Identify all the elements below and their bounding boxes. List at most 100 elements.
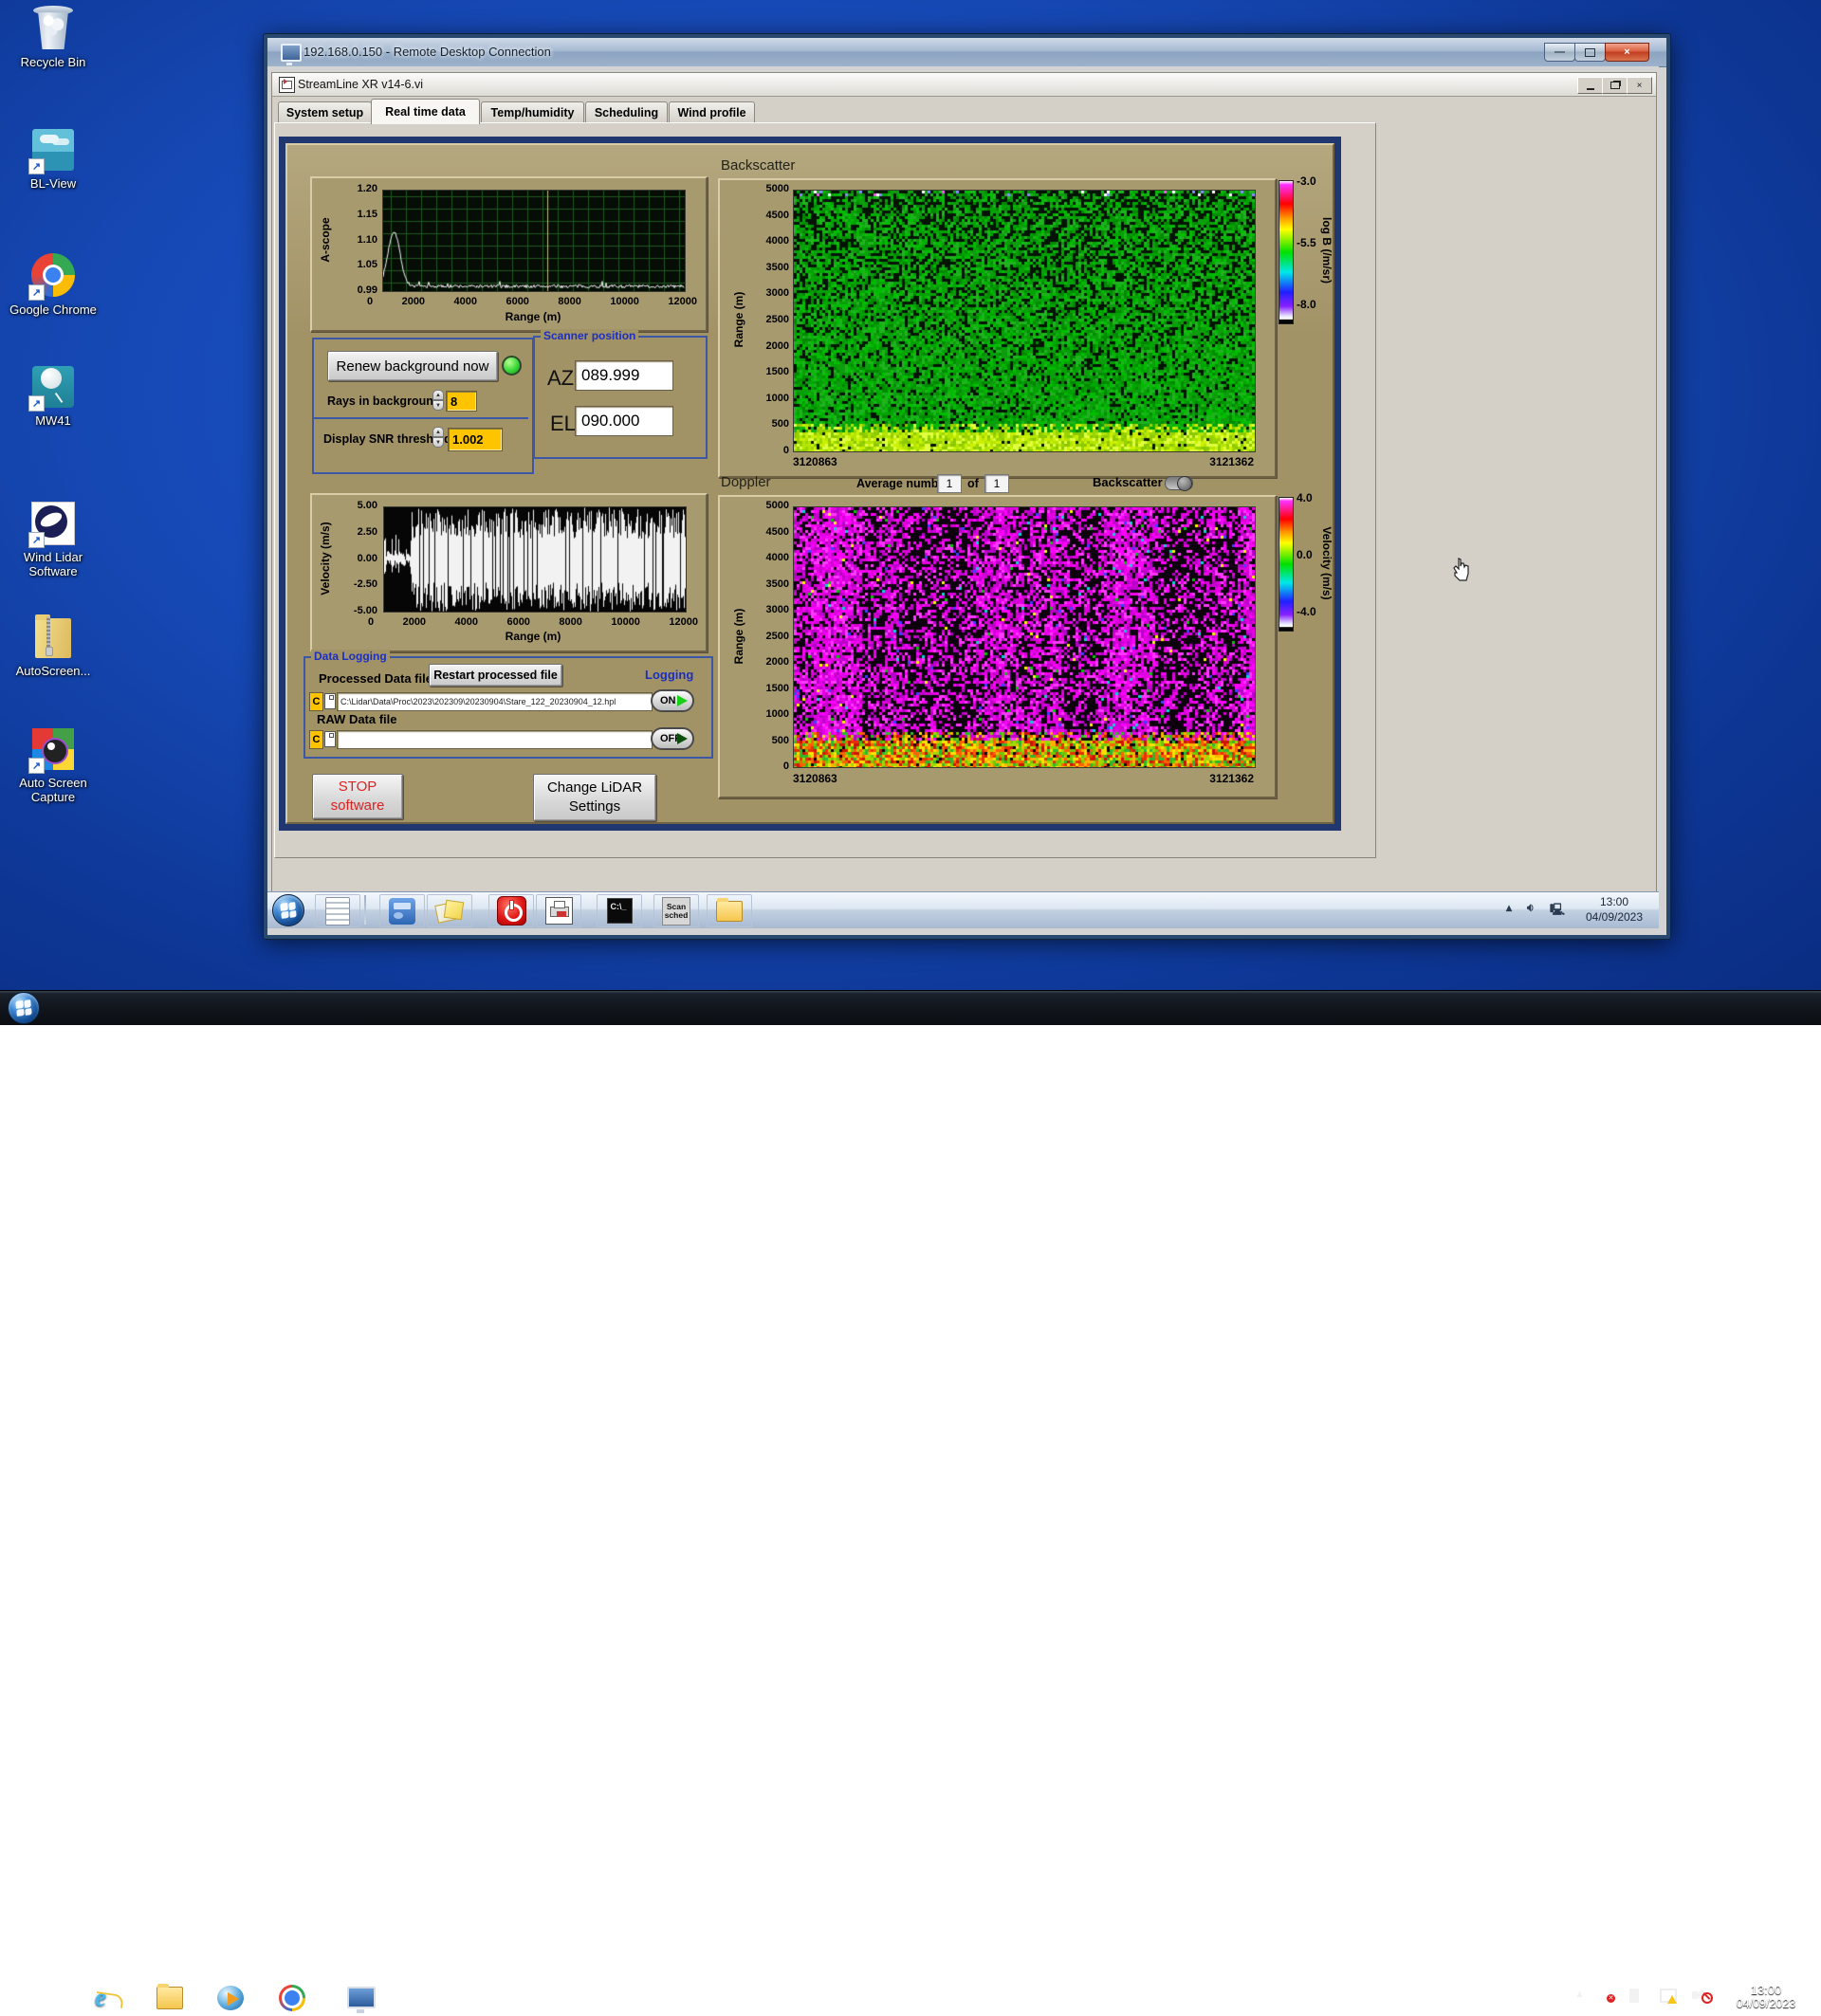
tray-network-warning-icon[interactable] [1660, 1989, 1677, 2004]
tab-scheduling[interactable]: Scheduling [585, 101, 668, 123]
velocity-graph: 5.00 2.50 0.00 -2.50 -5.00 Velocity (m/s) 0 2… [310, 493, 708, 652]
remote-tray-network-icon[interactable]: 🖳︎ [1550, 901, 1565, 921]
velocity-x-axis: 0 2000 4000 6000 8000 10000 12000 [368, 616, 698, 628]
raw-path-field[interactable] [337, 730, 653, 749]
tick-label: 500 [771, 734, 789, 746]
snr-stepper[interactable]: ▲ ▼ [432, 427, 444, 448]
average-number-field[interactable]: 1 [937, 474, 962, 493]
rays-stepper[interactable]: ▲ ▼ [432, 390, 444, 411]
remote-taskbar-folder-icon[interactable] [707, 894, 752, 927]
remote-taskbar: C:\_ Scan sched ▴ 🔉︎ 🖳︎ 13:00 04/09/2023 [267, 891, 1659, 928]
app-title-bar: StreamLine XR v14-6.vi × [272, 73, 1656, 97]
tick-label: 4500 [765, 209, 789, 221]
doppler-graph: 5000 4500 4000 3500 3000 2500 2000 1500 1000 500 0… [718, 495, 1277, 798]
velocity-y-axis: 5.00 2.50 0.00 -2.50 -5.00 [334, 501, 377, 616]
tick-label: 8000 [558, 296, 581, 307]
stop-software-button[interactable]: STOP software [312, 774, 403, 819]
taskbar-media-player-icon[interactable] [216, 1985, 245, 2011]
tab-system-setup[interactable]: System setup [278, 101, 372, 123]
remote-taskbar-cmd-icon[interactable]: C:\_ [597, 894, 642, 927]
desktop-icon-label: Auto Screen Capture [19, 776, 87, 804]
desktop-icon-recycle-bin[interactable]: Recycle Bin [8, 6, 99, 69]
tab-wind-profile[interactable]: Wind profile [669, 101, 755, 123]
az-value-field[interactable]: 089.999 [575, 360, 673, 391]
tray-action-center-flag-icon[interactable]: ✕ [1599, 1989, 1615, 2003]
remote-clock[interactable]: 13:00 04/09/2023 [1571, 894, 1658, 925]
el-value-field[interactable]: 090.000 [575, 406, 673, 436]
drive-badge[interactable]: C [309, 692, 323, 711]
remote-taskbar-stop-icon[interactable] [488, 894, 534, 927]
drive-badge[interactable]: C [309, 730, 323, 749]
taskbar-internet-explorer-icon[interactable]: e [95, 1985, 123, 2011]
renew-led-indicator [502, 356, 522, 376]
renew-background-button[interactable]: Renew background now [327, 351, 498, 381]
desktop-icon-google-chrome[interactable]: ↗ Google Chrome [8, 252, 99, 317]
tick-label: 5000 [765, 500, 789, 511]
remote-taskbar-vi-icon[interactable] [536, 894, 581, 927]
desktop-icon-autoscreen-zip[interactable]: AutoScreen... [8, 614, 99, 678]
led-arrow-icon [677, 695, 688, 706]
velocity-x-axis-label: Range (m) [505, 630, 561, 643]
tick-label: 12000 [668, 296, 697, 307]
desktop-icon-mw41[interactable]: ↗ MW41 [8, 364, 99, 428]
close-button[interactable]: × [1605, 43, 1649, 62]
app-close-button[interactable]: × [1627, 77, 1652, 94]
host-clock[interactable]: 13:00 04/09/2023 [1719, 1983, 1813, 2010]
rays-value-field[interactable]: 8 [446, 391, 477, 412]
remote-taskbar-notepad-icon[interactable] [315, 894, 360, 927]
change-lidar-settings-button[interactable]: Change LiDAR Settings [533, 774, 656, 821]
backscatter-toggle[interactable] [1165, 476, 1193, 491]
tick-label: 4000 [454, 616, 478, 628]
remote-taskbar-system-icon[interactable] [379, 894, 425, 927]
tray-volume-muted-icon[interactable] [1692, 1989, 1713, 2004]
tab-real-time-data[interactable]: Real time data [371, 99, 480, 124]
taskbar-rdp-active-button[interactable] [332, 1983, 389, 2016]
processed-logging-on-button[interactable]: ON [651, 689, 694, 712]
tick-label: 3500 [765, 261, 789, 273]
desktop-icon-auto-screen-capture[interactable]: ↗ Auto Screen Capture [8, 726, 99, 804]
restart-processed-file-button[interactable]: Restart processed file [429, 664, 562, 687]
doppler-section-title: Doppler [721, 474, 771, 490]
app-restore-button[interactable] [1602, 77, 1628, 94]
doppler-colorbar [1278, 497, 1294, 632]
taskbar-explorer-icon[interactable] [156, 1984, 184, 2011]
ascope-x-axis: 0 2000 4000 6000 8000 10000 12000 [367, 296, 697, 307]
taskbar-separator [364, 895, 366, 925]
remote-start-button[interactable] [272, 894, 304, 926]
remote-taskbar-scan-sched-icon[interactable]: Scan sched [653, 894, 699, 927]
doppler-colorbar-ticks: 4.0 0.0 -4.0 [1297, 491, 1316, 618]
app-minimize-button[interactable] [1577, 77, 1603, 94]
tab-temp-humidity[interactable]: Temp/humidity [481, 101, 584, 123]
remote-taskbar-sticky-notes-icon[interactable] [427, 894, 472, 927]
desktop-icon-bl-view[interactable]: ↗ BL-View [8, 127, 99, 191]
raw-logging-off-button[interactable]: OFF [651, 727, 694, 750]
tick-label: 2000 [765, 339, 789, 352]
button-label: Settings [568, 798, 621, 815]
minimize-button[interactable]: — [1544, 43, 1575, 62]
doppler-y-axis-label: Range (m) [732, 608, 745, 665]
tick-label: 0.00 [357, 552, 377, 564]
tick-label: 2.50 [357, 525, 377, 538]
taskbar-chrome-icon[interactable] [279, 1985, 307, 2011]
doppler-colorbar-label: Velocity (m/s) [1320, 526, 1334, 600]
tray-expand-icon[interactable]: ▲ [1574, 1989, 1585, 2000]
tick-label: 1.20 [357, 183, 377, 194]
maximize-button[interactable] [1574, 43, 1606, 62]
of-label: of [967, 477, 979, 490]
tick-label: 10000 [611, 616, 640, 628]
tick-label: 12000 [669, 616, 698, 628]
ascope-plot-area [382, 190, 686, 292]
tick-label: 4000 [765, 552, 789, 563]
rdp-connection-icon [281, 44, 302, 65]
snr-value-field[interactable]: 1.002 [448, 428, 503, 451]
host-start-button[interactable] [8, 992, 40, 1024]
backscatter-section-title: Backscatter [721, 157, 796, 174]
remote-tray-volume-icon[interactable]: 🔉︎ [1527, 901, 1535, 915]
tray-battery-icon[interactable] [1629, 1989, 1641, 2003]
remote-tray-expand-icon[interactable]: ▴ [1506, 901, 1512, 914]
desktop-icon-label: Google Chrome [9, 302, 97, 317]
desktop-icon-wind-lidar-software[interactable]: ↗ Wind Lidar Software [8, 501, 99, 578]
average-total-field[interactable]: 1 [984, 474, 1009, 493]
processed-path-field[interactable]: C:\Lidar\Data\Proc\2023\202309\20230904\… [337, 692, 653, 711]
tick-label: 0 [782, 761, 789, 772]
